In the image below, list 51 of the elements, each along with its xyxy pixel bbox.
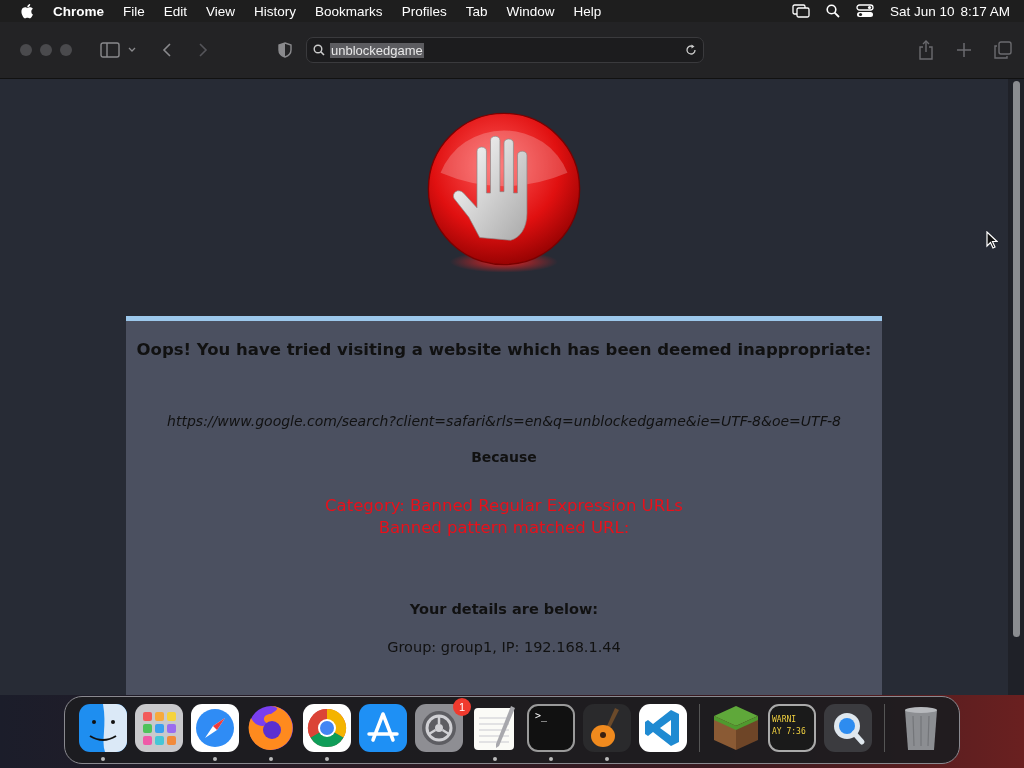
reason-text: Category: Banned Regular Expression URLs <box>325 495 683 517</box>
heading-text: Oops! You have tried visiting a website which has been deemed inappropriate: <box>136 340 872 359</box>
terminal-window-icon[interactable]: >_ <box>527 704 575 752</box>
blocked-url-text: https://www.google.com/search?client=safari&rls=en&q=unblockedgame&ie=UTF-8&oe=UTF-8 <box>167 413 841 429</box>
menu-item[interactable]: Tab <box>465 3 488 19</box>
console-text: AY 7:36 <box>772 726 806 738</box>
apple-logo-icon[interactable] <box>20 3 34 19</box>
mouse-pointer-icon <box>986 231 998 249</box>
menu-item[interactable]: Bookmarks <box>315 3 383 19</box>
address-field[interactable]: unblockedgame <box>306 37 704 63</box>
fox-globe-icon[interactable] <box>247 704 295 752</box>
menu-item[interactable]: Profiles <box>401 3 447 19</box>
scrollbar-thumb[interactable] <box>1012 81 1020 637</box>
chevron-down-icon[interactable] <box>128 47 136 53</box>
because-text: Because <box>471 449 537 465</box>
notification-badge: 1 <box>453 698 471 716</box>
console-window-icon[interactable]: WARNI AY 7:36 <box>768 704 816 752</box>
details-heading-text: Your details are below: <box>409 601 599 617</box>
scrollbar[interactable] <box>1008 79 1024 695</box>
menu-bar-date: Sat Jun 10 <box>889 3 955 19</box>
app-menu[interactable]: Chrome <box>53 3 104 19</box>
share-icon[interactable] <box>918 40 934 60</box>
tabs-overview-icon[interactable] <box>994 41 1012 59</box>
menu-item[interactable]: History <box>254 3 297 19</box>
code-ribbon-icon[interactable] <box>639 704 687 752</box>
face-icon[interactable] <box>79 704 127 752</box>
screen-mirroring-icon[interactable] <box>791 4 810 18</box>
menu-item[interactable]: Help <box>573 3 602 19</box>
sidebar-icon[interactable] <box>100 42 120 58</box>
menu-item[interactable]: Edit <box>163 3 188 19</box>
search-icon <box>313 44 325 56</box>
reason-text: Banned pattern matched URL: <box>378 517 630 539</box>
control-center-icon[interactable] <box>855 4 874 18</box>
address-text: unblockedgame <box>330 42 424 58</box>
guitar-icon[interactable] <box>583 704 631 752</box>
grass-block-icon[interactable] <box>712 704 760 752</box>
menu-item[interactable]: View <box>206 3 236 19</box>
menu-item[interactable]: Window <box>506 3 555 19</box>
letter-a-icon[interactable] <box>359 704 407 752</box>
shield-icon[interactable] <box>278 42 292 58</box>
prompt-text: >_ <box>535 710 548 721</box>
compass-icon[interactable] <box>191 704 239 752</box>
menu-item[interactable]: File <box>123 3 145 19</box>
magnifier-q-icon[interactable] <box>824 704 872 752</box>
menu-bar-time: 8:17 AM <box>960 3 1010 19</box>
console-text: WARNI <box>772 714 798 726</box>
search-icon[interactable] <box>825 4 840 18</box>
reload-icon[interactable] <box>685 44 697 56</box>
details-text: Group: group1, IP: 192.168.1.44 <box>387 639 621 655</box>
app-grid-icon[interactable] <box>135 704 183 752</box>
gear-icon[interactable] <box>415 704 463 752</box>
